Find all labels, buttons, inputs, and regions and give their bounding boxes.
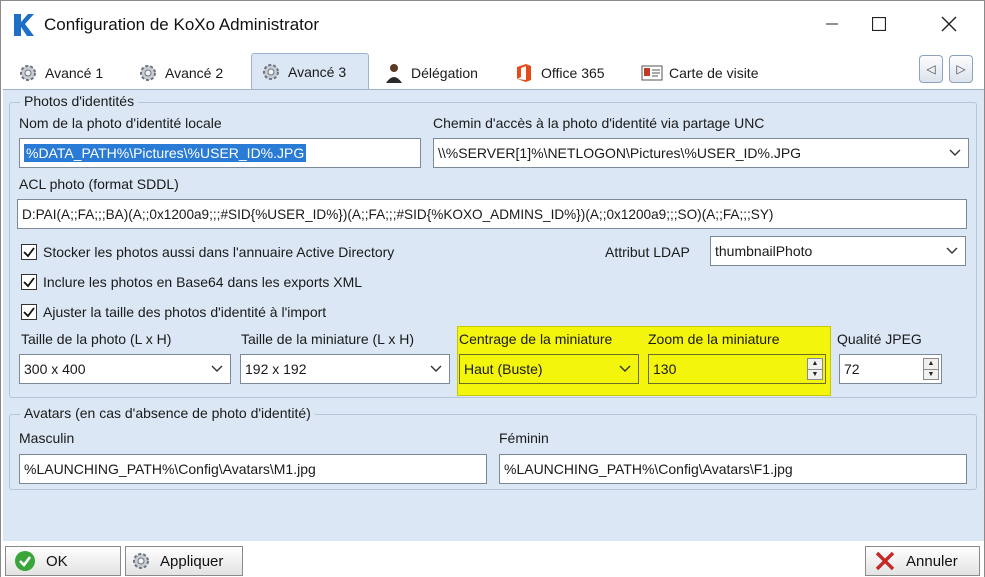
thumbnail-center-combo[interactable]: Haut (Buste) — [459, 354, 639, 384]
chevron-down-icon — [430, 365, 442, 372]
minimize-button[interactable] — [809, 1, 855, 47]
spin-down-icon[interactable]: ▼ — [808, 370, 822, 380]
tab-next-button[interactable]: ▷ — [949, 55, 973, 83]
checkmark-icon — [21, 274, 37, 290]
tab-strip: Avancé 1 Avancé 2 Avancé 3 Délégation Of… — [1, 53, 984, 90]
tab-prev-button[interactable]: ◁ — [919, 55, 943, 83]
apply-button[interactable]: Appliquer — [125, 546, 243, 576]
photos-group-title: Photos d'identités — [20, 93, 139, 109]
gear-icon — [137, 62, 159, 84]
include-base64-checkbox[interactable]: Inclure les photos en Base64 dans les ex… — [21, 274, 362, 290]
ldap-attribute-label: Attribut LDAP — [605, 244, 690, 260]
close-button[interactable] — [926, 1, 972, 47]
chevron-down-icon — [211, 365, 223, 372]
unc-path-label: Chemin d'accès à la photo d'identité via… — [433, 115, 765, 131]
female-avatar-label: Féminin — [499, 430, 549, 446]
gear-icon — [260, 61, 282, 83]
tab-delegation[interactable]: Délégation — [375, 57, 497, 89]
spin-down-icon[interactable]: ▼ — [924, 370, 938, 380]
tab-avance-3[interactable]: Avancé 3 — [251, 53, 369, 90]
tab-avance-1[interactable]: Avancé 1 — [9, 57, 124, 89]
local-photo-name-input[interactable]: %DATA_PATH%\Pictures\%USER_ID%.JPG — [19, 138, 421, 168]
male-avatar-label: Masculin — [19, 430, 75, 446]
acl-photo-label: ACL photo (format SDDL) — [19, 176, 179, 192]
person-icon — [383, 62, 405, 84]
jpeg-quality-label: Qualité JPEG — [837, 331, 922, 347]
business-card-icon — [641, 62, 663, 84]
maximize-icon — [872, 17, 886, 31]
chevron-left-icon: ◁ — [926, 62, 936, 76]
male-avatar-input[interactable]: %LAUNCHING_PATH%\Config\Avatars\M1.jpg — [19, 454, 487, 484]
acl-photo-input[interactable]: D:PAI(A;;FA;;;BA)(A;;0x1200a9;;;#SID{%US… — [17, 199, 967, 229]
unc-path-combo[interactable]: \\%SERVER[1]%\NETLOGON\Pictures\%USER_ID… — [433, 138, 969, 168]
maximize-button[interactable] — [856, 1, 902, 47]
gear-icon — [17, 62, 39, 84]
chevron-down-icon — [949, 149, 961, 156]
minimize-icon — [826, 23, 838, 25]
close-icon — [941, 16, 957, 32]
thumbnail-zoom-spinner[interactable]: 130 ▲ ▼ — [648, 354, 826, 384]
local-photo-name-label: Nom de la photo d'identité locale — [19, 115, 222, 131]
ldap-attribute-combo[interactable]: thumbnailPhoto — [710, 236, 966, 266]
check-circle-icon — [14, 550, 36, 572]
spin-buttons[interactable]: ▲ ▼ — [807, 358, 823, 380]
spin-up-icon[interactable]: ▲ — [808, 359, 822, 370]
thumbnail-size-combo[interactable]: 192 x 192 — [240, 354, 450, 384]
tab-content-avance-3: Photos d'identités Nom de la photo d'ide… — [3, 89, 984, 541]
gear-icon — [130, 550, 152, 572]
spin-up-icon[interactable]: ▲ — [924, 359, 938, 370]
office-icon — [513, 62, 535, 84]
config-window: Configuration de KoXo Administrator Avan… — [0, 0, 985, 577]
window-title: Configuration de KoXo Administrator — [44, 15, 319, 34]
thumbnail-center-label: Centrage de la miniature — [459, 331, 613, 347]
cancel-button[interactable]: Annuler — [865, 546, 980, 576]
ok-button[interactable]: OK — [5, 546, 121, 576]
thumbnail-zoom-label: Zoom de la miniature — [648, 331, 780, 347]
photo-size-label: Taille de la photo (L x H) — [21, 331, 172, 347]
tab-avance-2[interactable]: Avancé 2 — [129, 57, 244, 89]
dialog-button-bar: OK Appliquer Annuler — [1, 541, 984, 577]
chevron-down-icon — [619, 365, 631, 372]
avatars-group-title: Avatars (en cas d'absence de photo d'ide… — [20, 405, 315, 421]
tab-carte-de-visite[interactable]: Carte de visite — [633, 57, 793, 89]
cross-icon — [874, 550, 896, 572]
tab-office-365[interactable]: Office 365 — [505, 57, 627, 89]
chevron-down-icon — [946, 247, 958, 254]
spin-buttons[interactable]: ▲ ▼ — [923, 358, 939, 380]
photo-size-combo[interactable]: 300 x 400 — [19, 354, 231, 384]
chevron-right-icon: ▷ — [956, 62, 966, 76]
checkmark-icon — [21, 304, 37, 320]
title-bar: Configuration de KoXo Administrator — [1, 1, 984, 47]
koxo-logo-icon — [14, 14, 34, 36]
thumbnail-size-label: Taille de la miniature (L x H) — [241, 331, 414, 347]
female-avatar-input[interactable]: %LAUNCHING_PATH%\Config\Avatars\F1.jpg — [499, 454, 967, 484]
store-photos-ad-checkbox[interactable]: Stocker les photos aussi dans l'annuaire… — [21, 244, 394, 260]
checkmark-icon — [21, 244, 37, 260]
jpeg-quality-spinner[interactable]: 72 ▲ ▼ — [839, 354, 942, 384]
resize-photos-checkbox[interactable]: Ajuster la taille des photos d'identité … — [21, 304, 326, 320]
